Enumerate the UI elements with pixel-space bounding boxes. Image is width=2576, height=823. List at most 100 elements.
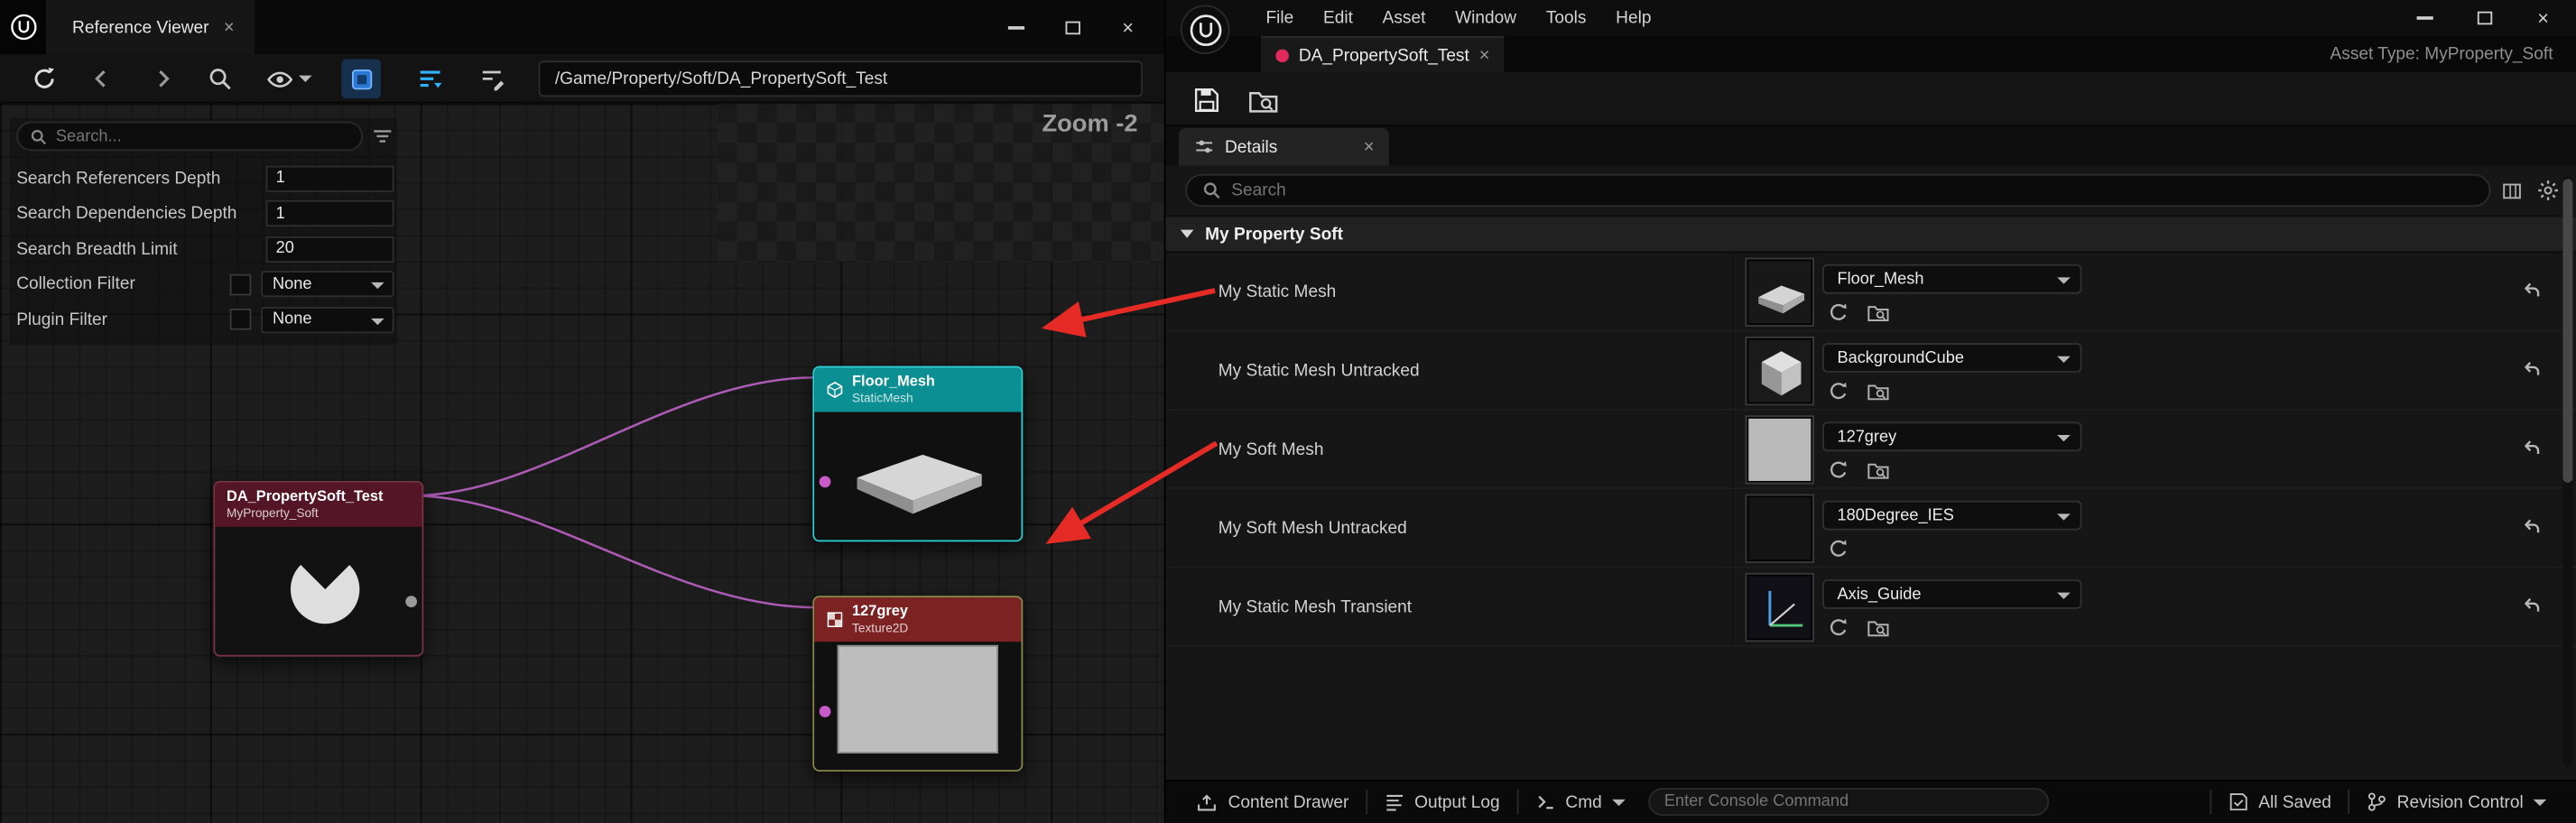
asset-thumbnail-axis-guide[interactable] — [1747, 575, 1812, 641]
details-settings-button[interactable] — [2534, 177, 2563, 203]
edit-filters-button[interactable] — [473, 59, 513, 98]
menu-help[interactable]: Help — [1601, 0, 1666, 36]
reset-to-default-button[interactable] — [2517, 513, 2547, 542]
asset-thumbnail-backgroundcube[interactable] — [1747, 338, 1812, 404]
browse-to-asset-button[interactable] — [1865, 379, 1889, 403]
category-my-property-soft[interactable]: My Property Soft — [1165, 215, 2576, 253]
unreal-logo-icon — [1188, 13, 1222, 47]
output-pin[interactable] — [405, 596, 417, 607]
referencers-depth-input[interactable] — [266, 165, 394, 191]
dependencies-depth-input[interactable] — [266, 200, 394, 227]
graph-search-input[interactable] — [56, 127, 350, 145]
menu-asset[interactable]: Asset — [1367, 0, 1441, 36]
graph-node-da-propertysoft-test[interactable]: DA_PropertySoft_Test MyProperty_Soft — [213, 481, 423, 657]
breadth-limit-input[interactable] — [266, 236, 394, 262]
tab-details[interactable]: Details × — [1179, 128, 1389, 166]
all-saved-button[interactable]: All Saved — [2210, 781, 2348, 823]
graph-node-127grey[interactable]: 127grey Texture2D — [812, 596, 1023, 772]
close-button[interactable]: × — [2524, 2, 2563, 34]
asset-thumbnail-127grey[interactable] — [1747, 417, 1812, 483]
chevron-down-icon — [2057, 435, 2071, 441]
asset-picker-dropdown[interactable]: 127grey — [1822, 421, 2081, 451]
graph-node-floor-mesh[interactable]: Floor_Mesh StaticMesh — [812, 366, 1023, 542]
tab-reference-viewer[interactable]: Reference Viewer × — [46, 0, 255, 54]
menu-file[interactable]: File — [1251, 0, 1309, 36]
column-splitter[interactable] — [1732, 331, 1734, 408]
plugin-filter-dropdown[interactable]: None — [261, 307, 394, 333]
chevron-down-icon — [2057, 593, 2071, 599]
duplicates-toggle-button[interactable] — [341, 59, 381, 98]
tab-close-icon[interactable]: × — [1479, 45, 1490, 65]
reset-to-default-button[interactable] — [2517, 591, 2547, 621]
reference-graph[interactable]: Zoom -2 — [0, 104, 1164, 823]
display-options-button[interactable] — [2497, 177, 2527, 203]
collection-filter-checkbox[interactable] — [230, 273, 252, 295]
use-selected-asset-button[interactable] — [1826, 379, 1850, 403]
browse-to-asset-button[interactable] — [1865, 301, 1889, 325]
browse-to-asset-button[interactable] — [1865, 458, 1889, 483]
asset-thumbnail-180degree-ies[interactable] — [1747, 495, 1812, 561]
ue-logo-large[interactable] — [1181, 5, 1230, 54]
column-splitter[interactable] — [1732, 411, 1734, 487]
asset-picker-dropdown[interactable]: 180Degree_IES — [1822, 501, 2081, 531]
property-label: My Soft Mesh Untracked — [1219, 489, 1407, 568]
editor-menubar: File Edit Asset Window Tools Help — [1165, 0, 2576, 36]
content-drawer-icon — [1195, 791, 1218, 813]
input-pin[interactable] — [820, 476, 831, 488]
menu-edit[interactable]: Edit — [1309, 0, 1368, 36]
use-selected-asset-button[interactable] — [1826, 301, 1850, 325]
output-log-button[interactable]: Output Log — [1367, 781, 1515, 823]
save-button[interactable] — [1185, 80, 1228, 120]
use-selected-asset-button[interactable] — [1826, 615, 1850, 640]
visibility-dropdown-button[interactable] — [259, 59, 318, 98]
console-command-input[interactable] — [1648, 788, 2049, 816]
find-path-button[interactable] — [200, 59, 240, 98]
column-splitter[interactable] — [1732, 253, 1734, 329]
reset-to-default-button[interactable] — [2517, 433, 2547, 463]
graph-filter-options-button[interactable] — [371, 125, 394, 147]
asset-picker-dropdown[interactable]: Floor_Mesh — [1822, 264, 2081, 294]
revision-control-button[interactable]: Revision Control — [2349, 781, 2563, 823]
minimize-button[interactable] — [996, 11, 1036, 43]
menu-window[interactable]: Window — [1441, 0, 1532, 36]
scrollbar-thumb[interactable] — [2562, 179, 2572, 483]
column-splitter[interactable] — [1732, 568, 1734, 644]
collection-filter-dropdown[interactable]: None — [261, 272, 394, 298]
details-search-input[interactable] — [1231, 180, 2474, 200]
maximize-button[interactable] — [1052, 11, 1092, 43]
input-pin[interactable] — [820, 706, 831, 717]
filter-sort-button[interactable] — [411, 59, 450, 98]
reset-to-default-button[interactable] — [2517, 276, 2547, 306]
menu-tools[interactable]: Tools — [1531, 0, 1600, 36]
refresh-button[interactable] — [24, 59, 64, 98]
browse-to-asset-button[interactable] — [1865, 615, 1889, 640]
column-splitter[interactable] — [1732, 489, 1734, 566]
asset-path-field[interactable] — [539, 60, 1143, 97]
use-selected-asset-button[interactable] — [1826, 537, 1850, 561]
tab-close-icon[interactable]: × — [224, 17, 235, 37]
tab-close-icon[interactable]: × — [1364, 137, 1375, 157]
asset-picker-value: BackgroundCube — [1837, 349, 1964, 367]
content-drawer-button[interactable]: Content Drawer — [1179, 781, 1366, 823]
scale-root: Reference Viewer × × — [0, 0, 2576, 823]
close-button[interactable]: × — [1108, 11, 1148, 43]
maximize-button[interactable] — [2464, 2, 2504, 34]
asset-picker-dropdown[interactable]: BackgroundCube — [1822, 343, 2081, 373]
titlebar-drag-area[interactable] — [254, 0, 996, 54]
browse-to-asset-button[interactable] — [1241, 80, 1283, 120]
minimize-button[interactable] — [2405, 2, 2445, 34]
details-scrollbar[interactable] — [2562, 176, 2572, 766]
blue-square-icon — [349, 67, 374, 91]
history-back-button[interactable] — [82, 59, 122, 98]
asset-thumbnail-floor-mesh[interactable] — [1747, 259, 1812, 325]
history-forward-button[interactable] — [143, 59, 182, 98]
asset-picker-dropdown[interactable]: Axis_Guide — [1822, 579, 2081, 609]
tab-da-propertysoft-test[interactable]: DA_PropertySoft_Test × — [1261, 36, 1505, 72]
use-selected-asset-button[interactable] — [1826, 458, 1850, 483]
reset-to-default-button[interactable] — [2517, 355, 2547, 384]
plugin-filter-checkbox[interactable] — [230, 309, 252, 330]
cmd-dropdown-button[interactable]: Cmd — [1518, 781, 1642, 823]
details-search-box[interactable] — [1185, 174, 2490, 207]
graph-search-box[interactable] — [16, 122, 363, 152]
chevron-down-icon — [1612, 799, 1626, 805]
